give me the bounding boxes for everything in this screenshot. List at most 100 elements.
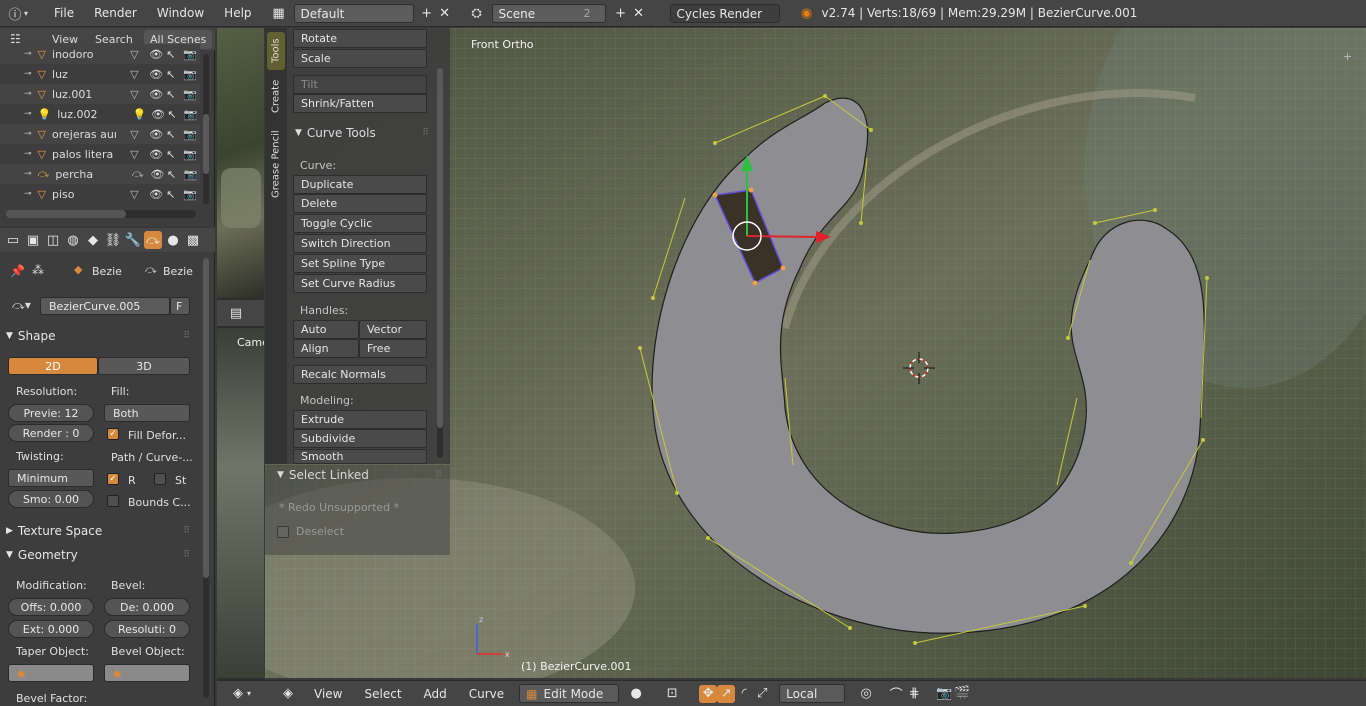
drag-handle-icon[interactable]: ⠿ <box>435 470 442 480</box>
object-data-icon[interactable]: ▽ <box>130 68 147 81</box>
tab-tools[interactable]: Tools <box>267 32 285 70</box>
mode-select[interactable]: ▦ Edit Mode <box>519 684 620 703</box>
visibility-eye-icon[interactable]: 👁 <box>149 88 166 101</box>
duplicate-button[interactable]: Duplicate <box>293 175 427 194</box>
smooth-button[interactable]: Smooth <box>293 449 427 464</box>
texture-space-panel-header[interactable]: ▶ Texture Space ⠿ <box>6 520 190 542</box>
delete-button[interactable]: Delete <box>293 194 427 213</box>
visibility-eye-icon[interactable]: 👁 <box>149 188 166 201</box>
visibility-eye-icon[interactable]: 👁 <box>149 48 166 61</box>
dimensions-2d-button[interactable]: 2D <box>8 357 98 375</box>
menu-curve[interactable]: Curve <box>458 687 515 701</box>
expand-icon[interactable]: ⊸ <box>24 129 32 139</box>
pivot-point-icon[interactable]: ⊡ <box>663 685 681 703</box>
visibility-eye-icon[interactable]: 👁 <box>149 68 166 81</box>
visibility-eye-icon[interactable]: 👁 <box>149 128 166 141</box>
renderable-camera-icon[interactable]: 📷 <box>183 148 200 161</box>
render-animation-icon[interactable]: 🎬 <box>953 685 971 703</box>
outliner-scrollbar[interactable] <box>6 210 196 218</box>
info-icon[interactable]: ⓘ <box>6 4 24 23</box>
extrude-field[interactable]: Ext: 0.000 <box>8 620 94 638</box>
object-data-icon[interactable]: ▽ <box>130 188 147 201</box>
expand-icon[interactable]: ⊸ <box>24 149 32 159</box>
visibility-eye-icon[interactable]: 👁 <box>151 108 167 121</box>
handle-vector-button[interactable]: Vector <box>359 320 427 339</box>
bevel-resolution-field[interactable]: Resoluti: 0 <box>104 620 190 638</box>
add-scene-icon[interactable]: + <box>612 4 630 22</box>
outliner-item[interactable]: ⊸ 💡 luz.002 💡 👁 ↖ 📷 <box>0 104 200 124</box>
radius-checkbox[interactable]: ✓ <box>107 473 119 485</box>
translate-manipulator-icon[interactable]: ↗ <box>717 684 736 703</box>
scene-tab-icon[interactable]: ◫ <box>44 231 62 249</box>
selectable-cursor-icon[interactable]: ↖ <box>167 168 184 181</box>
image-editor-icon[interactable]: ▤ <box>227 304 245 322</box>
render-layers-tab-icon[interactable]: ▣ <box>24 231 42 249</box>
object-data-icon[interactable]: ▽ <box>130 128 147 141</box>
world-tab-icon[interactable]: ◍ <box>64 231 82 249</box>
rotate-manipulator-icon[interactable]: ◜ <box>735 685 753 703</box>
render-preview-icon[interactable]: 📷 <box>935 685 953 703</box>
renderable-camera-icon[interactable]: 📷 <box>184 108 200 121</box>
handle-align-button[interactable]: Align <box>293 339 359 358</box>
chevron-down-icon[interactable]: ▾ <box>24 9 28 18</box>
curve-data-tab-icon[interactable]: ⤼ <box>144 231 162 249</box>
add-region-icon[interactable]: + <box>1343 50 1352 63</box>
menu-file[interactable]: File <box>44 6 84 20</box>
menu-view[interactable]: View <box>303 687 353 701</box>
transform-orientation-select[interactable]: Local <box>779 684 846 703</box>
recalc-normals-button[interactable]: Recalc Normals <box>293 365 427 384</box>
datablock-type-icon[interactable]: ⤼▾ <box>12 298 31 313</box>
outliner-vscrollbar[interactable] <box>203 54 209 204</box>
expand-icon[interactable]: ⊸ <box>24 169 32 179</box>
outliner-item[interactable]: ⊸ ▽ luz.001 ▽ 👁 ↖ 📷 <box>0 84 200 104</box>
object-data-icon[interactable]: ▽ <box>130 148 147 161</box>
extrude-button[interactable]: Extrude <box>293 410 427 429</box>
selectable-cursor-icon[interactable]: ↖ <box>167 108 183 121</box>
bevel-object-field[interactable]: ◆ <box>104 664 190 682</box>
menu-help[interactable]: Help <box>214 6 261 20</box>
expand-icon[interactable]: ⊸ <box>24 89 32 99</box>
scene-icon[interactable]: ⛭ <box>468 4 486 22</box>
bounds-clamp-checkbox[interactable] <box>107 495 119 507</box>
stretch-checkbox[interactable] <box>154 473 166 485</box>
drag-handle-icon[interactable]: ⠿ <box>183 331 190 341</box>
fill-deform-checkbox[interactable]: ✓ <box>107 428 119 440</box>
view-type-icon[interactable]: ◈ <box>279 685 297 703</box>
outliner-item[interactable]: ⊸ ▽ piso ▽ 👁 ↖ 📷 <box>0 184 200 204</box>
outliner-item[interactable]: ⊸▽orejeras auricul▽👁↖📷 <box>0 124 200 144</box>
handle-auto-button[interactable]: Auto <box>293 320 359 339</box>
selectable-cursor-icon[interactable]: ↖ <box>166 68 183 81</box>
outliner-item[interactable]: ⊸ ⤼ percha ⤼ 👁 ↖ 📷 <box>0 164 200 184</box>
curve-tools-header[interactable]: ▼ Curve Tools ⠿ <box>295 126 429 140</box>
smooth-field[interactable]: Smo: 0.00 <box>8 490 94 508</box>
proportional-falloff-icon[interactable]: ⌒ <box>887 685 905 703</box>
tab-grease-pencil[interactable]: Grease Pencil <box>267 124 285 204</box>
visibility-eye-icon[interactable]: 👁 <box>150 168 167 181</box>
dimensions-3d-button[interactable]: 3D <box>98 357 190 375</box>
tab-create[interactable]: Create <box>267 74 285 118</box>
object-tab-icon[interactable]: ◆ <box>84 231 102 249</box>
screen-layout-icon[interactable]: ▦ <box>270 4 288 22</box>
render-tab-icon[interactable]: ▭ <box>4 231 22 249</box>
shrink-fatten-button[interactable]: Shrink/Fatten <box>293 94 427 113</box>
object-data-icon[interactable]: ⤼ <box>132 167 149 181</box>
geometry-panel-header[interactable]: ▼ Geometry ⠿ <box>6 544 190 566</box>
renderable-camera-icon[interactable]: 📷 <box>183 128 200 141</box>
scale-manipulator-icon[interactable]: ⤢ <box>753 685 771 703</box>
texture-tab-icon[interactable]: ▩ <box>184 231 202 249</box>
menu-window[interactable]: Window <box>147 6 214 20</box>
view-type-icon[interactable]: ◈ <box>229 685 247 703</box>
expand-icon[interactable]: ⊸ <box>24 189 32 199</box>
switch-direction-button[interactable]: Switch Direction <box>293 234 427 253</box>
renderable-camera-icon[interactable]: 📷 <box>183 48 200 61</box>
tilt-button[interactable]: Tilt <box>293 75 427 94</box>
snap-icon[interactable]: ⋕ <box>905 685 923 703</box>
operator-header[interactable]: ▼ Select Linked ⠿ <box>277 468 442 482</box>
outliner-item[interactable]: ⊸ ▽ palos litera ▽ 👁 ↖ 📷 <box>0 144 200 164</box>
scale-button[interactable]: Scale <box>293 49 427 68</box>
set-curve-radius-button[interactable]: Set Curve Radius <box>293 274 427 293</box>
object-data-icon[interactable]: 💡 <box>133 108 149 121</box>
outliner-item[interactable]: ⊸ ▽ luz ▽ 👁 ↖ 📷 <box>0 64 200 84</box>
constraints-tab-icon[interactable]: ⛓ <box>104 231 122 249</box>
close-scene-icon[interactable]: ✕ <box>630 4 648 22</box>
